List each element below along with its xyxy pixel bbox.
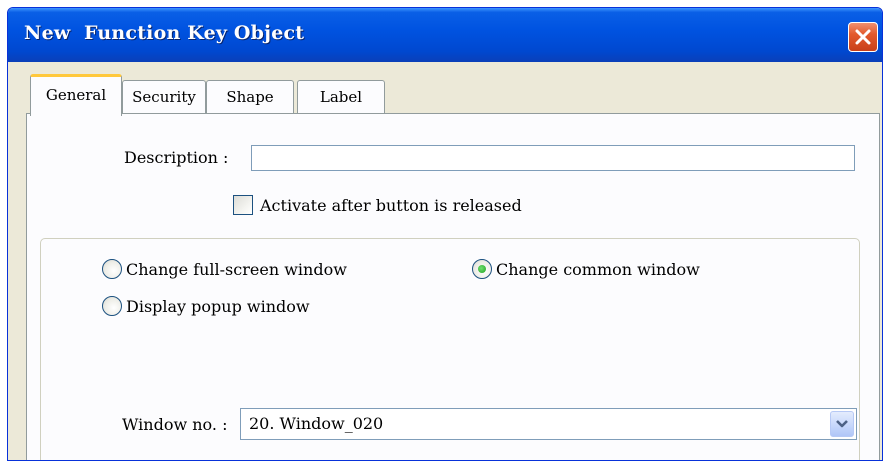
activate-after-release-label: Activate after button is released (260, 196, 522, 215)
title-bar[interactable]: New Function Key Object (8, 8, 882, 62)
radio-change-full-screen-window-label: Change full-screen window (126, 260, 347, 279)
radio-change-common-window-label: Change common window (496, 260, 700, 279)
tab-label[interactable]: Label (297, 80, 385, 114)
close-icon (855, 29, 871, 45)
close-button[interactable] (848, 22, 878, 52)
window-no-dropdown-button[interactable] (830, 411, 854, 437)
window-no-select[interactable]: 20. Window_020 (240, 408, 857, 440)
chevron-down-icon (836, 420, 848, 428)
tab-security[interactable]: Security (122, 80, 206, 114)
window-mode-group: Change full-screen window Change common … (40, 238, 860, 460)
description-label: Description : (124, 148, 229, 167)
tab-shape[interactable]: Shape (206, 80, 294, 114)
tab-label-label: Label (319, 88, 363, 106)
general-tab-panel: Description : Activate after button is r… (26, 113, 880, 460)
radio-display-popup-window[interactable] (102, 296, 122, 316)
activate-after-release-checkbox[interactable] (233, 195, 253, 215)
tab-security-label: Security (132, 88, 196, 106)
dialog-title: New Function Key Object (24, 22, 305, 44)
function-key-dialog: New Function Key Object General Security… (7, 7, 883, 461)
tab-general[interactable]: General (30, 74, 122, 116)
tab-shape-label: Shape (226, 88, 274, 106)
radio-display-popup-window-label: Display popup window (126, 297, 310, 316)
window-no-value: 20. Window_020 (249, 414, 384, 433)
window-no-label: Window no. : (122, 415, 228, 434)
radio-change-common-window[interactable] (472, 259, 492, 279)
tab-general-label: General (45, 86, 107, 104)
radio-change-full-screen-window[interactable] (102, 259, 122, 279)
description-input[interactable] (251, 145, 855, 171)
